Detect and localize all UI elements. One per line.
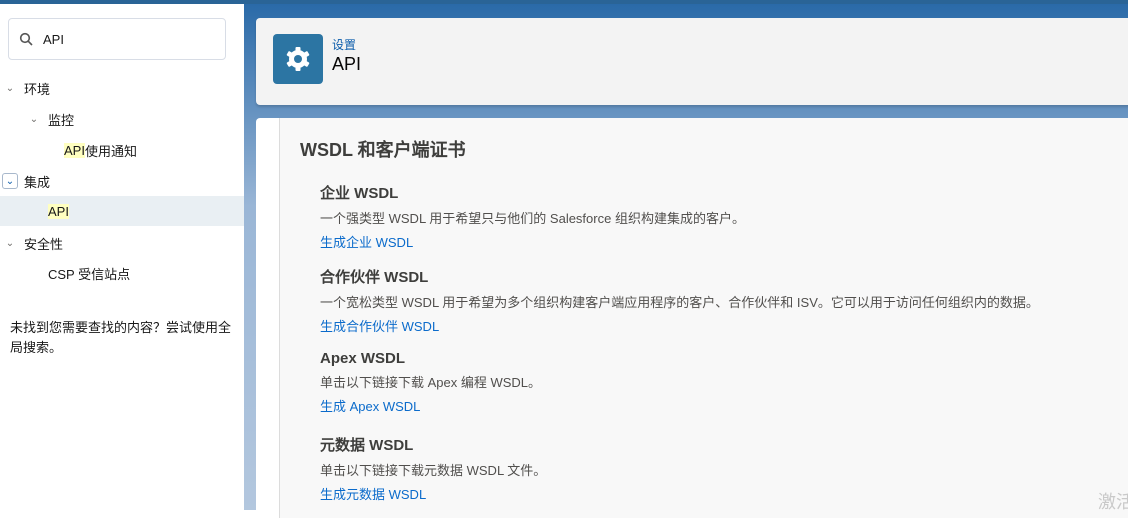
tree-node-api-usage-notifications[interactable]: API 使用通知 (0, 135, 244, 165)
search-highlight: API (48, 203, 69, 219)
section-description: 一个宽松类型 WSDL 用于希望为多个组织构建客户端应用程序的客户、合作伙伴和 … (320, 295, 1039, 310)
tree-node-csp-trusted-sites[interactable]: CSP 受信站点 (0, 258, 244, 288)
generate-metadata-wsdl-link[interactable]: 生成元数据 WSDL (320, 484, 546, 503)
setup-sidebar: API ⌄ 环境 ⌄ 监控 API 使用通知 ⌄ 集成 API ⌄ 安全性 CSP 受信… (0, 4, 244, 510)
tree-label: CSP 受信站点 (48, 266, 131, 282)
chevron-down-icon[interactable]: ⌄ (3, 81, 17, 95)
search-icon (19, 32, 33, 46)
section-description: 单击以下链接下载元数据 WSDL 文件。 (320, 463, 547, 478)
generate-apex-wsdl-link[interactable]: 生成 Apex WSDL (320, 396, 541, 415)
section-title: 合作伙伴 WSDL (320, 269, 429, 286)
tree-node-api[interactable]: API (0, 196, 244, 226)
breadcrumb[interactable]: 设置 (332, 36, 356, 53)
page-header: 设置 API (256, 18, 1128, 105)
tree-node-integrations[interactable]: ⌄ 集成 (0, 166, 244, 196)
tree-node-security[interactable]: ⌄ 安全性 (0, 228, 244, 258)
content-card: WSDL 和客户端证书 企业 WSDL 一个强类型 WSDL 用于希望只与他们的… (256, 118, 1128, 518)
section-title: 元数据 WSDL (320, 437, 414, 454)
tree-label: 集成 (24, 174, 51, 190)
chevron-down-icon[interactable]: ⌄ (27, 112, 41, 126)
main-area: 设置 API WSDL 和客户端证书 企业 WSDL 一个强类型 WSDL 用于… (244, 4, 1128, 518)
tree-label: 使用通知 (84, 143, 137, 159)
search-value: API (43, 31, 64, 47)
gear-icon (273, 34, 323, 84)
generate-partner-wsdl-link[interactable]: 生成合作伙伴 WSDL (320, 316, 1039, 335)
section-title: Apex WSDL (320, 350, 406, 367)
partner-wsdl-section: 合作伙伴 WSDL 一个宽松类型 WSDL 用于希望为多个组织构建客户端应用程序… (320, 266, 1039, 335)
section-description: 一个强类型 WSDL 用于希望只与他们的 Salesforce 组织构建集成的客… (320, 211, 745, 226)
section-title: 企业 WSDL (320, 185, 399, 202)
tree-node-monitoring[interactable]: ⌄ 监控 (0, 104, 244, 134)
tree-label: 监控 (48, 112, 75, 128)
section-description: 单击以下链接下载 Apex 编程 WSDL。 (320, 375, 542, 390)
activation-watermark: 激活 (1098, 492, 1128, 512)
quick-find-input[interactable]: API (8, 18, 226, 60)
chevron-down-icon[interactable]: ⌄ (3, 236, 17, 250)
generate-enterprise-wsdl-link[interactable]: 生成企业 WSDL (320, 232, 745, 251)
global-search-hint: 未找到您需要查找的内容？尝试使用全局搜索。 (10, 320, 232, 355)
enterprise-wsdl-section: 企业 WSDL 一个强类型 WSDL 用于希望只与他们的 Salesforce … (320, 182, 745, 251)
search-highlight: API (64, 142, 85, 158)
apex-wsdl-section: Apex WSDL 单击以下链接下载 Apex 编程 WSDL。 生成 Apex… (320, 350, 541, 415)
tree-node-environment[interactable]: ⌄ 环境 (0, 73, 244, 103)
section-heading: WSDL 和客户端证书 (300, 140, 466, 160)
tree-label: 环境 (24, 81, 51, 97)
page-title: API (332, 54, 362, 74)
tree-label: 安全性 (24, 236, 64, 252)
chevron-down-icon[interactable]: ⌄ (2, 173, 18, 189)
metadata-wsdl-section: 元数据 WSDL 单击以下链接下载元数据 WSDL 文件。 生成元数据 WSDL (320, 434, 546, 503)
